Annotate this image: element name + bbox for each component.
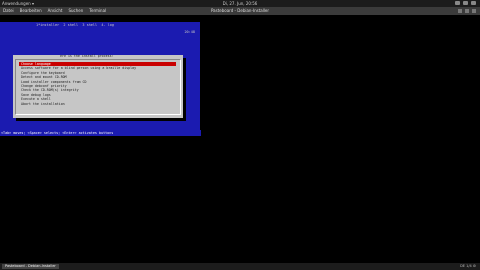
power-icon[interactable] [471, 1, 476, 5]
menu-item-abort[interactable]: Abort the installation [19, 102, 179, 106]
window-controls [458, 9, 476, 13]
window-titlebar: Datei Bearbeiten Ansicht Suchen Terminal… [0, 7, 480, 15]
screen-tabline: 1*installer 2 shell 3 shell 4- log 20:48 [0, 15, 200, 34]
taskbar-window-button[interactable]: Pasteboard - Debian-Installer [2, 264, 59, 269]
panel-tray [455, 1, 476, 5]
dialog-header: ere is the install process: [60, 54, 114, 58]
clock[interactable]: Di, 27. Jun, 20:56 [0, 0, 480, 7]
installer-menu-dialog: ere is the install process: Choose langu… [13, 54, 183, 118]
installer-screen: 1*installer 2 shell 3 shell 4- log 20:48… [0, 15, 201, 136]
network-icon[interactable] [455, 1, 460, 5]
volume-icon[interactable] [463, 1, 468, 5]
close-icon[interactable] [472, 9, 476, 13]
maximize-icon[interactable] [465, 9, 469, 13]
menu-list: Choose language Access software for a bl… [19, 62, 179, 106]
window-title: Pasteboard - Debian-Installer [210, 8, 270, 13]
taskbar-tray[interactable]: DE 1/4 ⚙ [460, 263, 476, 270]
bottom-taskbar: Pasteboard - Debian-Installer DE 1/4 ⚙ [0, 263, 480, 270]
screen-tabs: 1*installer 2 shell 3 shell 4- log [36, 23, 114, 27]
top-panel: Anwendungen ▾ Di, 27. Jun, 20:56 [0, 0, 480, 7]
screen-clock: 20:48 [184, 30, 195, 34]
key-hint: <Tab> moves; <Space> selects; <Enter> ac… [0, 130, 201, 136]
minimize-icon[interactable] [458, 9, 462, 13]
terminal-area[interactable]: 1*installer 2 shell 3 shell 4- log 20:48… [0, 15, 480, 263]
